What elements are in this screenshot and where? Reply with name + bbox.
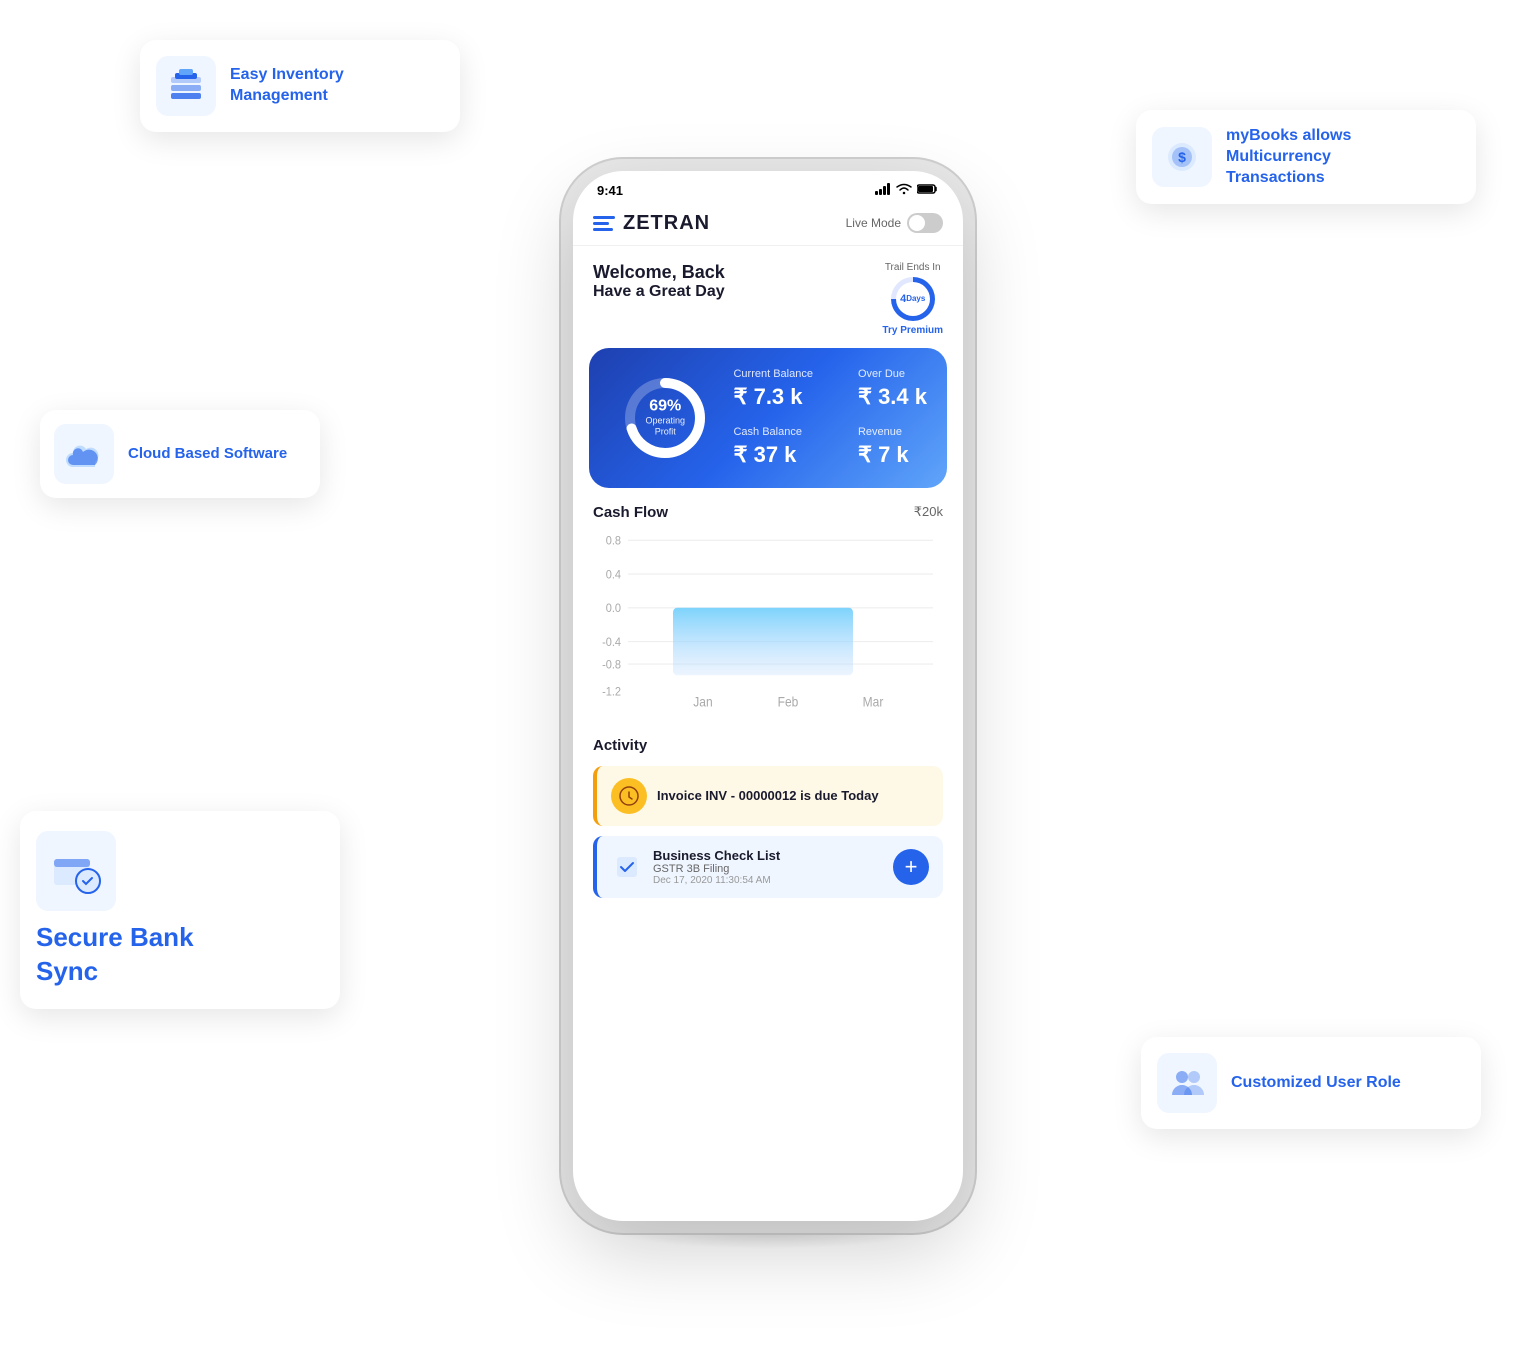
- checklist-date: Dec 17, 2020 11:30:54 AM: [653, 875, 780, 886]
- cash-balance-value: ₹ 37 k: [733, 442, 845, 468]
- revenue: Revenue ₹ 7 k: [858, 426, 927, 468]
- invoice-icon: [611, 778, 647, 814]
- checklist-sub: GSTR 3B Filing: [653, 863, 780, 875]
- svg-text:-0.8: -0.8: [602, 657, 621, 671]
- card-multicurrency: $ myBooks allows Multicurrency Transacti…: [1136, 110, 1476, 204]
- current-balance-value: ₹ 7.3 k: [733, 384, 845, 410]
- svg-text:-0.4: -0.4: [602, 635, 621, 649]
- userrole-icon: [1157, 1053, 1217, 1113]
- checklist-icon: [611, 851, 643, 883]
- welcome-line2: Have a Great Day: [593, 283, 725, 301]
- svg-text:0.8: 0.8: [606, 534, 621, 548]
- trial-label: Trail Ends In: [882, 262, 943, 273]
- svg-text:$: $: [1178, 149, 1186, 165]
- svg-text:Jan: Jan: [693, 694, 712, 709]
- inventory-label: Easy Inventory Management: [230, 65, 344, 107]
- inventory-icon: [156, 56, 216, 116]
- card-cloud: Cloud Based Software: [40, 410, 320, 498]
- signal-icon: [875, 183, 891, 198]
- cashflow-chart: 0.8 0.4 0.0 -0.4 -0.8 -1.2: [593, 529, 943, 709]
- donut-chart: 69% Operating Profit: [609, 368, 721, 468]
- wifi-icon: [896, 183, 912, 198]
- svg-text:0.0: 0.0: [606, 601, 622, 615]
- cloud-icon: [54, 424, 114, 484]
- checklist-activity-item[interactable]: Business Check List GSTR 3B Filing Dec 1…: [593, 836, 943, 898]
- welcome-text: Welcome, Back Have a Great Day: [593, 262, 725, 301]
- app-header: ZETRAN Live Mode: [573, 202, 963, 246]
- cash-balance-label: Cash Balance: [733, 426, 845, 438]
- checklist-title: Business Check List: [653, 848, 780, 863]
- add-button[interactable]: +: [893, 849, 929, 885]
- logo-bar-3: [593, 228, 613, 231]
- chart-svg: 0.8 0.4 0.0 -0.4 -0.8 -1.2: [593, 529, 943, 709]
- svg-text:Feb: Feb: [778, 694, 799, 709]
- cashflow-header: Cash Flow ₹20k: [593, 504, 943, 521]
- cashflow-section: Cash Flow ₹20k 0.8 0.4 0.0 -0.4 -0.8 -1.…: [573, 488, 963, 725]
- welcome-line1: Welcome, Back: [593, 262, 725, 283]
- overdue-label: Over Due: [858, 368, 927, 380]
- stats-card: Current Balance ₹ 7.3 k Over Due ₹ 3.4 k…: [589, 348, 947, 488]
- live-mode-toggle[interactable]: Live Mode: [846, 213, 943, 233]
- activity-section: Activity Invoice INV - 00000012 is due T…: [573, 725, 963, 910]
- logo-bar-2: [593, 222, 609, 225]
- status-icons: [875, 183, 939, 198]
- app-logo: ZETRAN: [593, 212, 710, 235]
- toggle-switch[interactable]: [907, 213, 943, 233]
- status-time: 9:41: [597, 183, 623, 198]
- trial-badge: Trail Ends In 4Days Try Premium: [882, 262, 943, 336]
- status-bar: 9:41: [573, 171, 963, 202]
- overdue-value: ₹ 3.4 k: [858, 384, 927, 410]
- donut-percent: 69%: [645, 397, 685, 415]
- invoice-text: Invoice INV - 00000012 is due Today: [657, 788, 879, 803]
- trial-days: 4Days: [896, 282, 930, 316]
- overdue: Over Due ₹ 3.4 k: [858, 368, 927, 410]
- phone-mockup: 9:41: [573, 171, 963, 1221]
- trial-circle: 4Days: [891, 277, 935, 321]
- revenue-label: Revenue: [858, 426, 927, 438]
- bank-sync-label: Secure Bank Sync: [36, 921, 194, 989]
- invoice-activity-item[interactable]: Invoice INV - 00000012 is due Today: [593, 766, 943, 826]
- donut: 69% Operating Profit: [620, 373, 710, 463]
- app-name: ZETRAN: [623, 212, 710, 235]
- live-mode-label: Live Mode: [846, 216, 901, 230]
- activity-title: Activity: [593, 737, 943, 754]
- multicurrency-icon: $: [1152, 127, 1212, 187]
- multicurrency-label: myBooks allows Multicurrency Transaction…: [1226, 126, 1351, 188]
- logo-bar-1: [593, 216, 615, 219]
- cloud-label: Cloud Based Software: [128, 444, 287, 464]
- card-userrole: Customized User Role: [1141, 1037, 1481, 1129]
- cashflow-title: Cash Flow: [593, 504, 668, 521]
- try-premium-link[interactable]: Try Premium: [882, 325, 943, 336]
- checklist-content: Business Check List GSTR 3B Filing Dec 1…: [653, 848, 780, 886]
- donut-text: 69% Operating Profit: [645, 397, 685, 438]
- svg-text:0.4: 0.4: [606, 567, 622, 581]
- current-balance-label: Current Balance: [733, 368, 845, 380]
- logo-hamburger: [593, 216, 615, 231]
- bank-sync-icon: [36, 831, 116, 911]
- checklist-left: Business Check List GSTR 3B Filing Dec 1…: [611, 848, 780, 886]
- card-inventory: Easy Inventory Management: [140, 40, 460, 132]
- cashflow-amount: ₹20k: [914, 504, 943, 520]
- battery-icon: [917, 183, 939, 198]
- userrole-label: Customized User Role: [1231, 1073, 1401, 1094]
- revenue-value: ₹ 7 k: [858, 442, 927, 468]
- card-bank: Secure Bank Sync: [20, 811, 340, 1009]
- donut-label: Operating Profit: [645, 415, 685, 438]
- current-balance: Current Balance ₹ 7.3 k: [733, 368, 845, 410]
- svg-text:-1.2: -1.2: [602, 684, 621, 698]
- cash-balance: Cash Balance ₹ 37 k: [733, 426, 845, 468]
- svg-text:Mar: Mar: [863, 694, 884, 709]
- welcome-section: Welcome, Back Have a Great Day Trail End…: [573, 246, 963, 348]
